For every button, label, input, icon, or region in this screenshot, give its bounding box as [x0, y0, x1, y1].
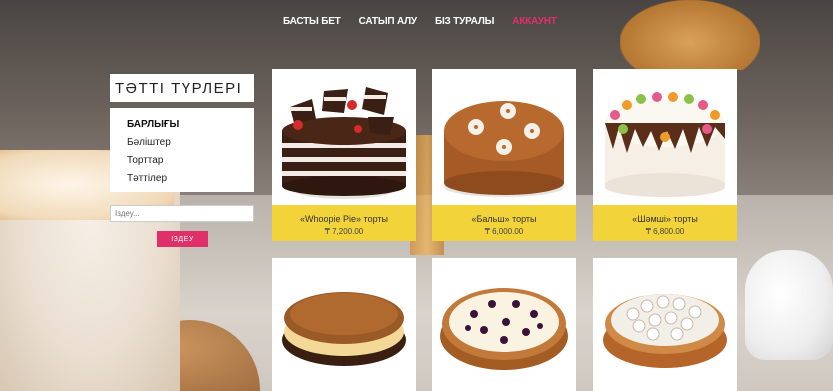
category-item-sweets[interactable]: Тәттілер	[127, 170, 254, 188]
search-input[interactable]	[110, 205, 254, 222]
product-price: ₸ 6,000.00	[484, 227, 524, 236]
product-name[interactable]: «Whoopie Pie» торты	[272, 214, 416, 224]
nav-account[interactable]: АККАУНТ	[512, 16, 557, 27]
product-image[interactable]	[593, 69, 737, 205]
product-image[interactable]	[593, 258, 737, 391]
product-image[interactable]	[432, 258, 576, 391]
category-item-cakes[interactable]: Торттар	[127, 152, 254, 170]
category-list: БАРЛЫҒЫ Бәліштер Торттар Тәттілер	[110, 108, 254, 192]
nav-about[interactable]: БІЗ ТУРАЛЫ	[435, 16, 494, 27]
product-name[interactable]: «Шәмшi» торты	[593, 214, 737, 224]
product-image[interactable]	[272, 69, 416, 205]
product-caption: «Whoopie Pie» торты ₸ 7,200.00	[272, 205, 416, 241]
product-caption: «Бальш» торты ₸ 6,000.00	[432, 205, 576, 241]
category-item-all[interactable]: БАРЛЫҒЫ	[127, 116, 254, 134]
product-card[interactable]	[593, 258, 737, 391]
product-image[interactable]	[432, 69, 576, 205]
product-caption: «Шәмшi» торты ₸ 6,800.00	[593, 205, 737, 241]
product-card[interactable]: «Whoopie Pie» торты ₸ 7,200.00	[272, 69, 416, 241]
product-card[interactable]: «Шәмшi» торты ₸ 6,800.00	[593, 69, 737, 241]
product-price: ₸ 7,200.00	[324, 227, 364, 236]
product-name[interactable]: «Бальш» торты	[432, 214, 576, 224]
product-card[interactable]: «Бальш» торты ₸ 6,000.00	[432, 69, 576, 241]
caramel-spoon-image	[620, 0, 760, 70]
product-card[interactable]	[272, 258, 416, 391]
main-nav: БАСТЫ БЕТ САТЫП АЛУ БІЗ ТУРАЛЫ АККАУНТ	[283, 16, 557, 27]
product-image[interactable]	[272, 258, 416, 391]
nav-shop[interactable]: САТЫП АЛУ	[359, 16, 418, 27]
category-item-pies[interactable]: Бәліштер	[127, 134, 254, 152]
teapot-image	[745, 250, 833, 360]
product-price: ₸ 6,800.00	[645, 227, 685, 236]
product-card[interactable]	[432, 258, 576, 391]
sidebar-title: ТӘТТІ ТҮРЛЕРІ	[110, 74, 254, 102]
search-button[interactable]: ІЗДЕУ	[157, 231, 208, 247]
nav-home[interactable]: БАСТЫ БЕТ	[283, 16, 341, 27]
